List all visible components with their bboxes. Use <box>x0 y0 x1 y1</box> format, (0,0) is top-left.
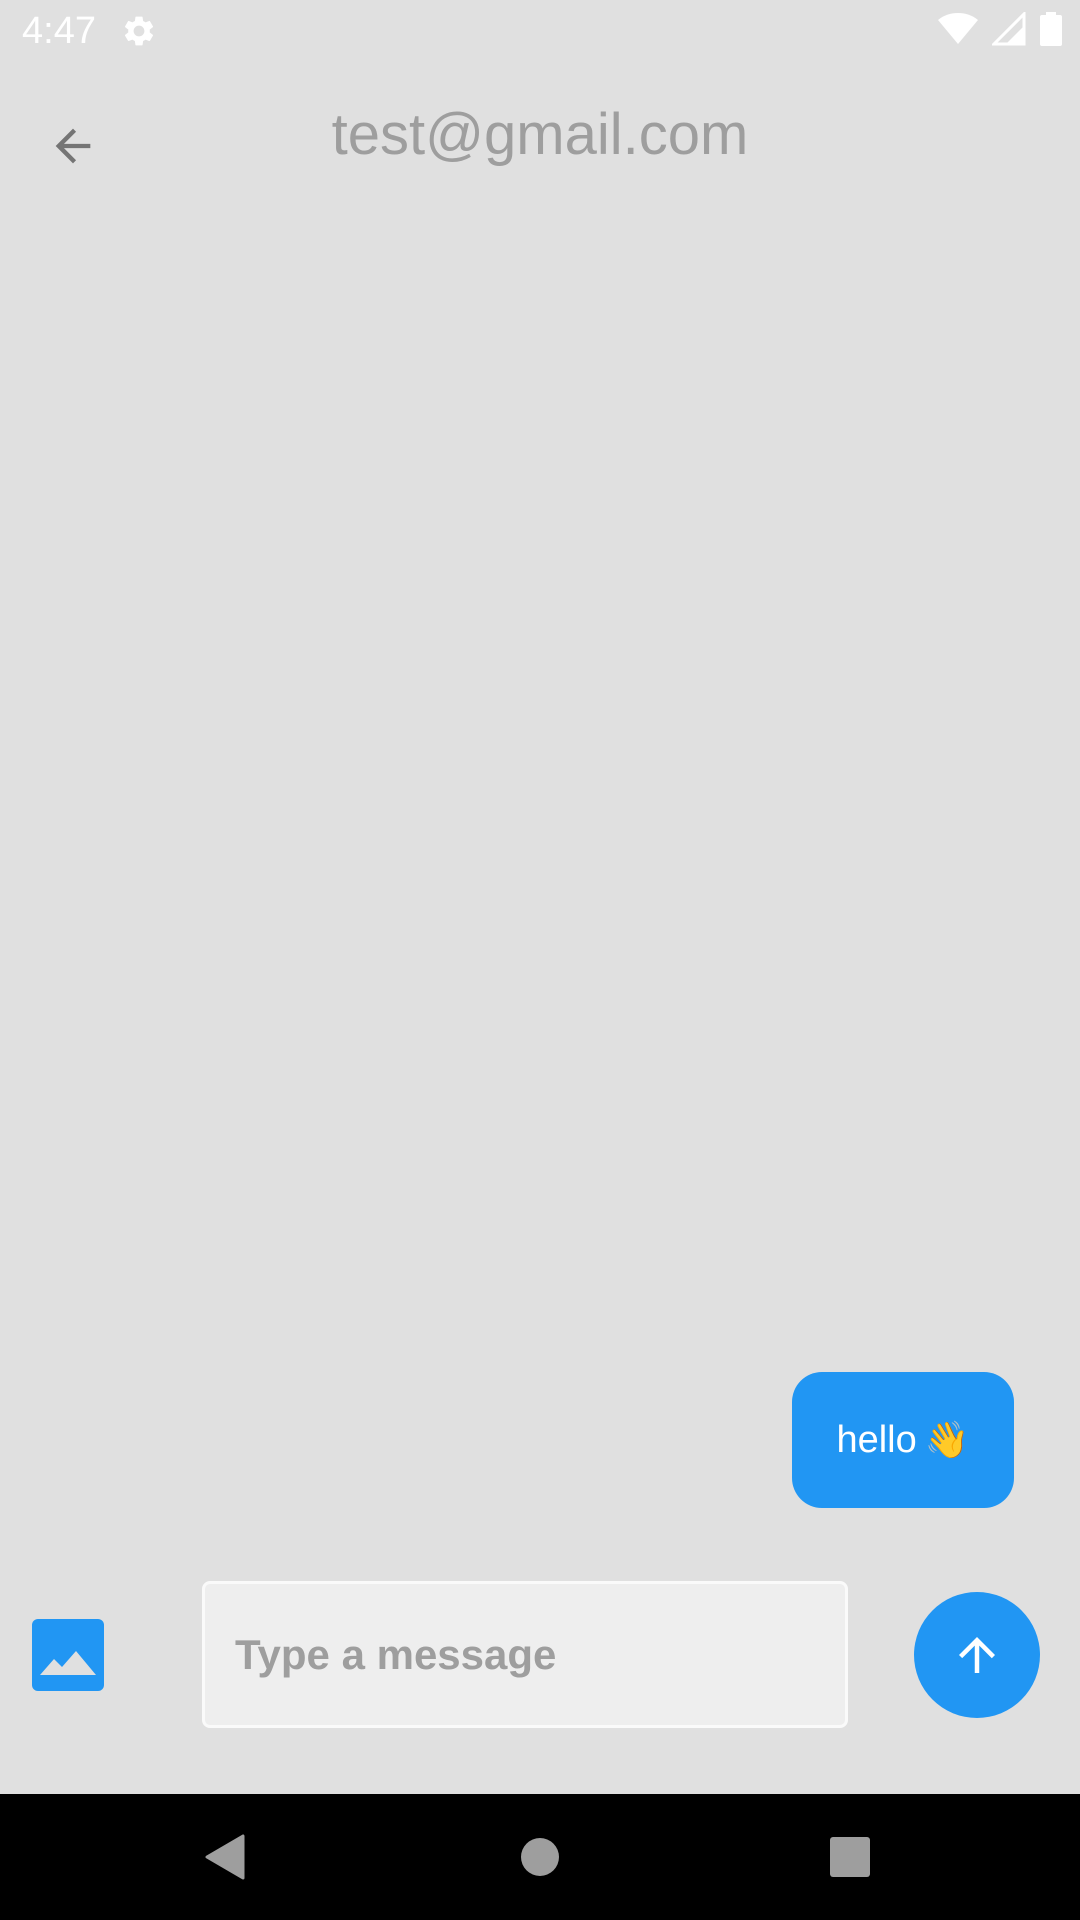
page-title: test@gmail.com <box>331 102 749 167</box>
recents-square-icon <box>830 1837 870 1877</box>
back-triangle-icon <box>205 1834 245 1880</box>
attach-image-button[interactable] <box>32 1619 104 1691</box>
waving-hand-emoji: 👋 <box>924 1419 970 1460</box>
message-text: hello <box>836 1418 917 1461</box>
chat-screen: 4:47 test@gmail.com hello 👋 Type a messa… <box>0 0 1080 1920</box>
status-bar: 4:47 <box>0 0 1080 63</box>
nav-home-button[interactable] <box>470 1794 610 1920</box>
system-nav-bar <box>0 1794 1080 1920</box>
image-icon <box>32 1619 104 1691</box>
battery-icon <box>1040 11 1062 51</box>
message-input[interactable] <box>202 1581 848 1728</box>
settings-gear-icon <box>121 13 157 49</box>
nav-back-button[interactable] <box>156 1794 296 1920</box>
nav-recents-button[interactable] <box>780 1794 920 1920</box>
app-bar: test@gmail.com <box>0 63 1080 210</box>
status-icons <box>938 9 1062 51</box>
message-bubble-outgoing[interactable]: hello 👋 <box>792 1372 1014 1508</box>
send-button[interactable] <box>914 1592 1040 1718</box>
wifi-icon <box>938 12 978 50</box>
cellular-signal-icon <box>990 9 1026 51</box>
home-circle-icon <box>521 1838 559 1876</box>
arrow-up-icon <box>959 1637 995 1673</box>
status-time: 4:47 <box>22 10 96 52</box>
